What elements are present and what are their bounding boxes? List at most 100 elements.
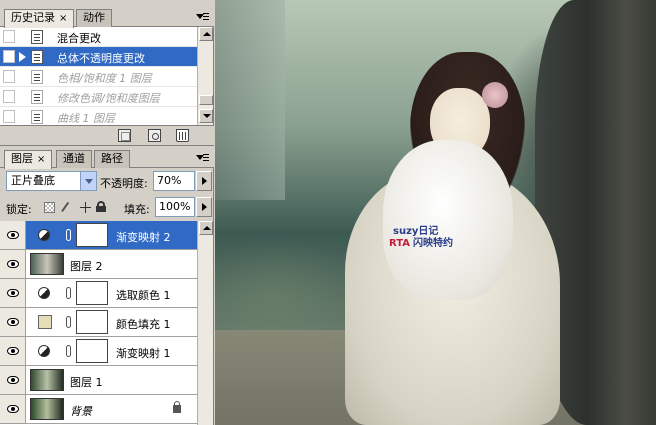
link-chain-icon[interactable] <box>66 345 71 357</box>
history-item[interactable]: 修改色调/饱和度图层 <box>0 87 197 107</box>
blend-mode-select[interactable]: 正片叠底 <box>6 171 97 191</box>
lock-icon <box>173 401 181 413</box>
visibility-toggle[interactable] <box>0 395 26 423</box>
link-chain-icon[interactable] <box>66 287 71 299</box>
history-brush-source-box[interactable] <box>3 30 15 43</box>
eye-icon[interactable] <box>7 376 19 384</box>
layer-row[interactable]: 图层 2 <box>0 250 197 279</box>
blend-row: 正片叠底 不透明度: 70% <box>0 169 214 193</box>
close-icon[interactable]: × <box>59 13 67 24</box>
visibility-toggle[interactable] <box>0 366 26 394</box>
link-chain-icon[interactable] <box>66 316 71 328</box>
layer-mask-thumbnail[interactable] <box>76 310 108 334</box>
tab-channels-label: 通道 <box>63 152 85 165</box>
layer-name: 渐变映射 1 <box>116 347 171 360</box>
history-list: 混合更改 总体不透明度更改 色相/饱和度 1 图层 修改色调/饱和度图层 曲线 … <box>0 27 197 125</box>
panel-menu-icon[interactable] <box>196 12 210 24</box>
layers-scrollbar[interactable] <box>197 221 213 425</box>
lock-pixels-brush-icon[interactable] <box>61 201 71 214</box>
eye-icon[interactable] <box>7 347 19 355</box>
scroll-thumb[interactable] <box>199 95 213 105</box>
layer-name: 背景 <box>70 405 92 418</box>
layer-thumbnail[interactable] <box>30 398 64 420</box>
opacity-value: 70% <box>157 174 182 187</box>
fill-input[interactable]: 100% <box>155 197 195 217</box>
history-item[interactable]: 色相/饱和度 1 图层 <box>0 67 197 87</box>
history-brush-source-box[interactable] <box>3 110 15 123</box>
history-state-icon <box>31 110 43 124</box>
eye-icon[interactable] <box>7 405 19 413</box>
layer-row-selected[interactable]: 渐变映射 2 <box>0 221 197 250</box>
fill-slider-arrow-icon[interactable] <box>196 197 212 217</box>
visibility-toggle[interactable] <box>0 250 26 278</box>
chevron-down-icon[interactable] <box>80 172 96 190</box>
history-brush-source-box[interactable] <box>3 50 15 63</box>
layer-mask-thumbnail[interactable] <box>76 281 108 305</box>
layer-row[interactable]: 渐变映射 1 <box>0 337 197 366</box>
lock-all-icon[interactable] <box>96 201 106 212</box>
layer-name: 选取颜色 1 <box>116 289 171 302</box>
new-document-icon[interactable] <box>118 129 131 142</box>
document-canvas[interactable]: suzy日记 RTA 闪映特约 <box>215 0 656 425</box>
layer-thumbnail[interactable] <box>30 369 64 391</box>
opacity-input[interactable]: 70% <box>153 171 195 191</box>
visibility-toggle[interactable] <box>0 308 26 336</box>
selective-color-adjustment-icon <box>38 287 50 299</box>
eye-icon[interactable] <box>7 231 19 239</box>
tab-channels[interactable]: 通道 <box>56 150 92 168</box>
layer-thumbnail[interactable] <box>30 253 64 275</box>
history-item-selected[interactable]: 总体不透明度更改 <box>0 47 197 67</box>
watermark-blue-text: 闪映特约 <box>413 238 454 249</box>
link-chain-icon[interactable] <box>66 229 71 241</box>
tab-actions-label: 动作 <box>83 11 105 24</box>
snapshot-camera-icon[interactable] <box>148 129 161 142</box>
opacity-label: 不透明度: <box>100 177 148 190</box>
history-item-label: 混合更改 <box>57 32 101 45</box>
panel-menu-icon[interactable] <box>196 153 210 165</box>
tab-paths[interactable]: 路径 <box>94 150 130 168</box>
tab-paths-label: 路径 <box>101 152 123 165</box>
history-state-icon <box>31 90 43 104</box>
history-footer <box>0 125 214 145</box>
layer-mask-thumbnail[interactable] <box>76 339 108 363</box>
visibility-toggle[interactable] <box>0 279 26 307</box>
eye-icon[interactable] <box>7 289 19 297</box>
plush-toy <box>383 140 513 300</box>
color-fill-swatch[interactable] <box>38 315 52 329</box>
close-icon[interactable]: × <box>37 154 45 165</box>
history-item[interactable]: 曲线 1 图层 <box>0 107 197 125</box>
gradient-map-adjustment-icon <box>38 345 50 357</box>
fill-value: 100% <box>159 200 191 213</box>
opacity-slider-arrow-icon[interactable] <box>196 171 212 191</box>
tab-history[interactable]: 历史记录 × <box>4 9 75 28</box>
scroll-up-icon[interactable] <box>199 27 213 41</box>
layer-row[interactable]: 图层 1 <box>0 366 197 395</box>
visibility-toggle[interactable] <box>0 221 26 249</box>
history-brush-source-box[interactable] <box>3 90 15 103</box>
trash-icon[interactable] <box>176 129 189 142</box>
layer-row[interactable]: 选取颜色 1 <box>0 279 197 308</box>
history-brush-source-box[interactable] <box>3 70 15 83</box>
tab-layers[interactable]: 图层 × <box>4 150 53 169</box>
lock-transparency-icon[interactable] <box>44 202 55 213</box>
scroll-down-icon[interactable] <box>199 109 213 123</box>
history-scrollbar[interactable] <box>197 27 213 125</box>
history-item[interactable]: 混合更改 <box>0 27 197 47</box>
layer-row-background[interactable]: 背景 <box>0 395 197 424</box>
eye-icon[interactable] <box>7 260 19 268</box>
history-panel: 历史记录 × 动作 混合更改 总体不透明度更改 色相/饱和度 1 图层 修改色调/… <box>0 0 214 145</box>
history-state-icon <box>31 50 43 64</box>
watermark-red-text: RTA <box>389 238 411 249</box>
history-item-label: 色相/饱和度 1 图层 <box>57 72 152 85</box>
history-state-icon <box>31 30 43 44</box>
tab-actions[interactable]: 动作 <box>76 9 112 27</box>
lock-position-move-icon[interactable] <box>80 202 91 213</box>
scroll-up-icon[interactable] <box>199 221 213 235</box>
history-item-label: 修改色调/饱和度图层 <box>57 92 160 105</box>
visibility-toggle[interactable] <box>0 337 26 365</box>
layer-row[interactable]: 颜色填充 1 <box>0 308 197 337</box>
watermark-line-2: RTA 闪映特约 <box>389 234 453 249</box>
layer-mask-thumbnail[interactable] <box>76 223 108 247</box>
eye-icon[interactable] <box>7 318 19 326</box>
history-slider-marker-icon[interactable] <box>18 51 26 63</box>
